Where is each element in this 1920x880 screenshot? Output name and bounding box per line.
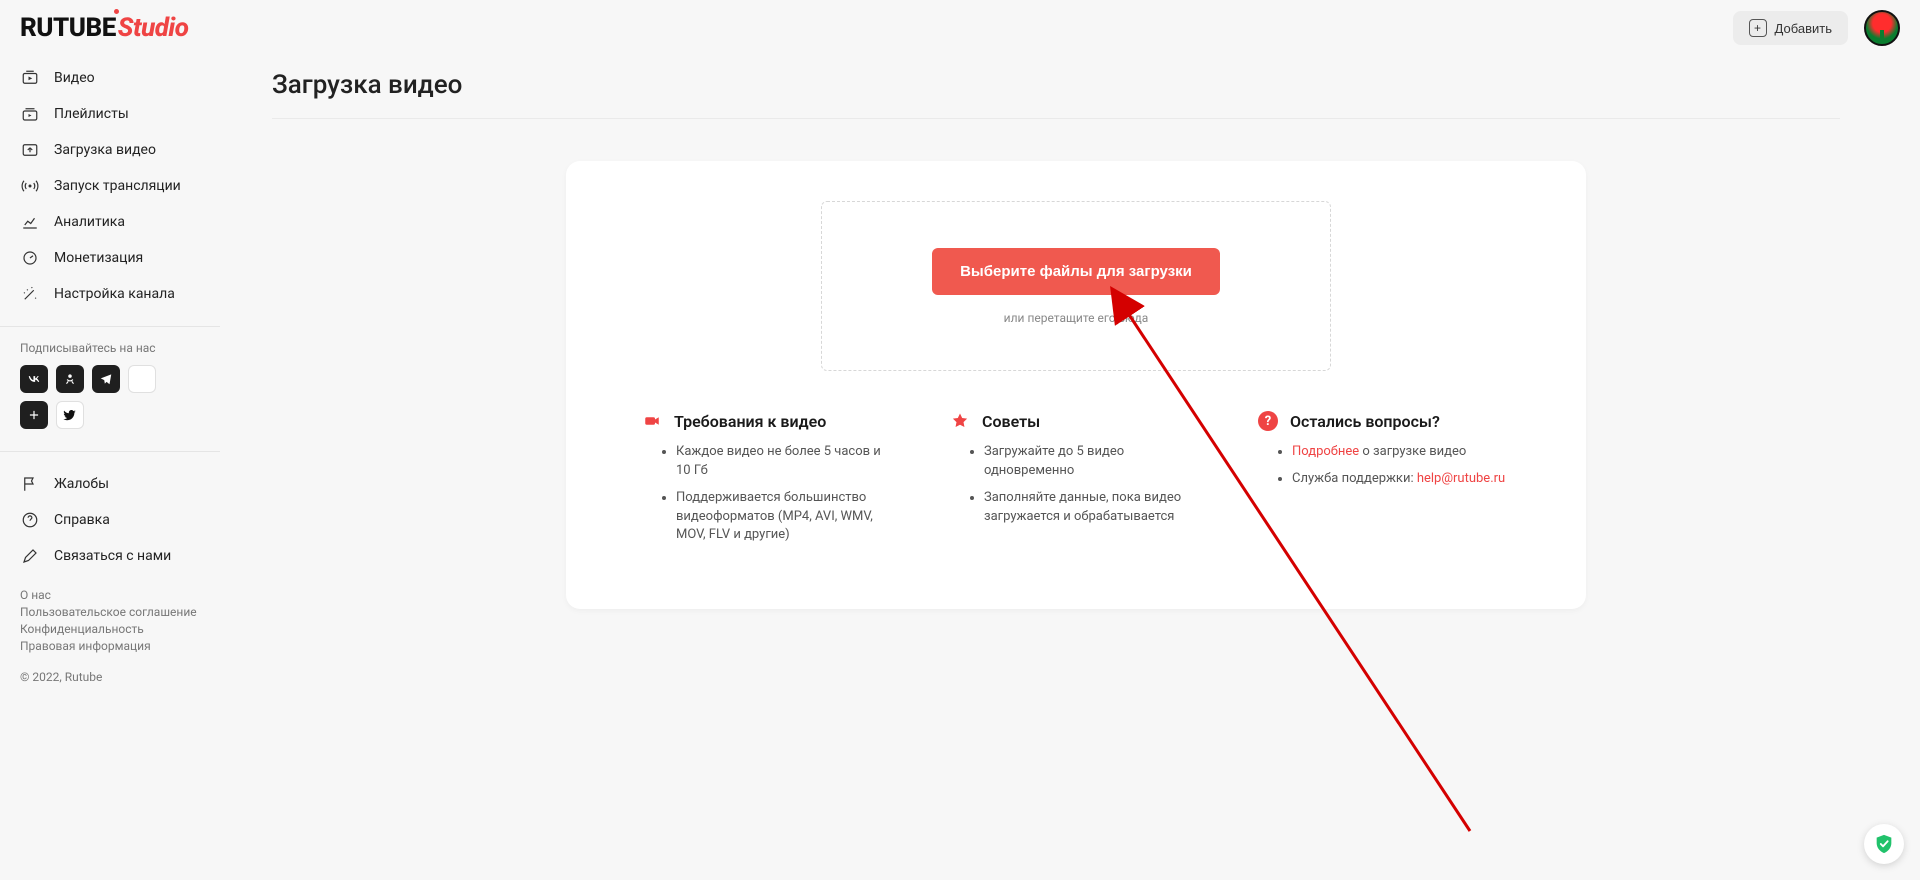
tips-list: Загружайте до 5 видео одновременно Запол… bbox=[950, 443, 1202, 526]
list-item: Заполняйте данные, пока видео загружаетс… bbox=[984, 489, 1202, 527]
plus-icon: + bbox=[1749, 19, 1767, 37]
sidebar-item-label: Жалобы bbox=[54, 476, 109, 492]
subscribe-heading: Подписывайтесь на нас bbox=[0, 341, 220, 365]
list-item: Поддерживается большинство видеоформатов… bbox=[676, 489, 894, 546]
sidebar-item-label: Загрузка видео bbox=[54, 142, 156, 158]
plus-social-icon[interactable] bbox=[20, 401, 48, 429]
questions-heading: ? Остались вопросы? bbox=[1258, 411, 1510, 431]
tips-heading: Советы bbox=[950, 411, 1202, 431]
requirements-heading: Требования к видео bbox=[642, 411, 894, 431]
app-logo[interactable]: RUTUBE Studio bbox=[20, 13, 188, 43]
sidebar-item-playlists[interactable]: Плейлисты bbox=[0, 96, 220, 132]
star-icon bbox=[950, 411, 970, 431]
sidebar: Видео Плейлисты Загрузка видео Запуск тр… bbox=[0, 56, 220, 880]
copyright: © 2022, Rutube bbox=[0, 656, 220, 698]
footer-link-privacy[interactable]: Конфиденциальность bbox=[20, 622, 200, 636]
tips-title: Советы bbox=[982, 412, 1040, 431]
support-prefix: Служба поддержки: bbox=[1292, 471, 1417, 486]
sidebar-separator bbox=[0, 451, 220, 452]
questions-list: Подробнее о загрузке видео Служба поддер… bbox=[1258, 443, 1510, 489]
avatar[interactable] bbox=[1864, 10, 1900, 46]
sidebar-item-channel-settings[interactable]: Настройка канала bbox=[0, 276, 220, 312]
sidebar-item-label: Запуск трансляции bbox=[54, 178, 181, 194]
requirements-title: Требования к видео bbox=[674, 412, 826, 431]
wand-icon bbox=[20, 284, 40, 304]
sidebar-item-video[interactable]: Видео bbox=[0, 60, 220, 96]
list-item: Подробнее о загрузке видео bbox=[1292, 443, 1510, 462]
sidebar-item-monetization[interactable]: Монетизация bbox=[0, 240, 220, 276]
requirements-list: Каждое видео не более 5 часов и 10 Гб По… bbox=[642, 443, 894, 545]
sidebar-item-label: Связаться с нами bbox=[54, 548, 171, 564]
pencil-icon bbox=[20, 546, 40, 566]
page-title: Загрузка видео bbox=[272, 70, 1840, 119]
requirements-column: Требования к видео Каждое видео не более… bbox=[642, 411, 894, 553]
security-badge[interactable] bbox=[1864, 824, 1904, 864]
sidebar-item-complaints[interactable]: Жалобы bbox=[0, 466, 220, 502]
choose-files-button[interactable]: Выберите файлы для загрузки bbox=[932, 248, 1220, 295]
twitter-icon[interactable] bbox=[56, 401, 84, 429]
footer-links: О нас Пользовательское соглашение Конфид… bbox=[0, 574, 220, 653]
sidebar-item-label: Плейлисты bbox=[54, 106, 129, 122]
add-button-label: Добавить bbox=[1775, 21, 1832, 36]
tips-column: Советы Загружайте до 5 видео одновременн… bbox=[950, 411, 1202, 553]
camera-icon bbox=[642, 411, 662, 431]
analytics-icon bbox=[20, 212, 40, 232]
telegram-icon[interactable] bbox=[92, 365, 120, 393]
social-row-2 bbox=[0, 401, 220, 437]
list-item: Каждое видео не более 5 часов и 10 Гб bbox=[676, 443, 894, 481]
sidebar-item-label: Аналитика bbox=[54, 214, 125, 230]
list-item: Загружайте до 5 видео одновременно bbox=[984, 443, 1202, 481]
sidebar-item-help[interactable]: Справка bbox=[0, 502, 220, 538]
flag-icon bbox=[20, 474, 40, 494]
more-link[interactable]: Подробнее bbox=[1292, 444, 1359, 459]
questions-column: ? Остались вопросы? Подробнее о загрузке… bbox=[1258, 411, 1510, 553]
sidebar-separator bbox=[0, 326, 220, 327]
sidebar-item-label: Видео bbox=[54, 70, 95, 86]
more-tail: о загрузке видео bbox=[1359, 444, 1466, 459]
upload-dropzone[interactable]: Выберите файлы для загрузки или перетащи… bbox=[821, 201, 1331, 371]
vk-icon[interactable] bbox=[20, 365, 48, 393]
logo-text-1: RUTUBE bbox=[20, 13, 116, 43]
logo-dot-icon bbox=[114, 9, 119, 14]
sidebar-item-stream[interactable]: Запуск трансляции bbox=[0, 168, 220, 204]
footer-link-legal[interactable]: Правовая информация bbox=[20, 639, 200, 653]
play-rect-icon bbox=[20, 68, 40, 88]
playlist-icon bbox=[20, 104, 40, 124]
info-columns: Требования к видео Каждое видео не более… bbox=[622, 411, 1530, 553]
sidebar-item-contact[interactable]: Связаться с нами bbox=[0, 538, 220, 574]
sidebar-item-label: Справка bbox=[54, 512, 110, 528]
sidebar-item-label: Монетизация bbox=[54, 250, 143, 266]
social-placeholder[interactable] bbox=[128, 365, 156, 393]
list-item: Служба поддержки: help@rutube.ru bbox=[1292, 470, 1510, 489]
broadcast-icon bbox=[20, 176, 40, 196]
sidebar-item-upload[interactable]: Загрузка видео bbox=[0, 132, 220, 168]
footer-link-terms[interactable]: Пользовательское соглашение bbox=[20, 605, 200, 619]
upload-card: Выберите файлы для загрузки или перетащи… bbox=[566, 161, 1586, 609]
main-area: Загрузка видео Выберите файлы для загруз… bbox=[220, 56, 1920, 880]
upload-icon bbox=[20, 140, 40, 160]
questions-title: Остались вопросы? bbox=[1290, 412, 1440, 431]
drag-hint-text: или перетащите его сюда bbox=[1004, 311, 1149, 325]
logo-studio-label: Studio bbox=[118, 13, 189, 43]
app-header: RUTUBE Studio + Добавить bbox=[0, 0, 1920, 56]
help-icon bbox=[20, 510, 40, 530]
logo-text-2: Studio bbox=[118, 13, 189, 43]
question-icon: ? bbox=[1258, 411, 1278, 431]
sidebar-item-label: Настройка канала bbox=[54, 286, 175, 302]
gauge-icon bbox=[20, 248, 40, 268]
sidebar-item-analytics[interactable]: Аналитика bbox=[0, 204, 220, 240]
social-row-1 bbox=[0, 365, 220, 401]
add-button[interactable]: + Добавить bbox=[1733, 11, 1848, 45]
shield-check-icon bbox=[1873, 833, 1895, 855]
footer-link-about[interactable]: О нас bbox=[20, 588, 200, 602]
ok-icon[interactable] bbox=[56, 365, 84, 393]
support-email-link[interactable]: help@rutube.ru bbox=[1417, 471, 1505, 486]
